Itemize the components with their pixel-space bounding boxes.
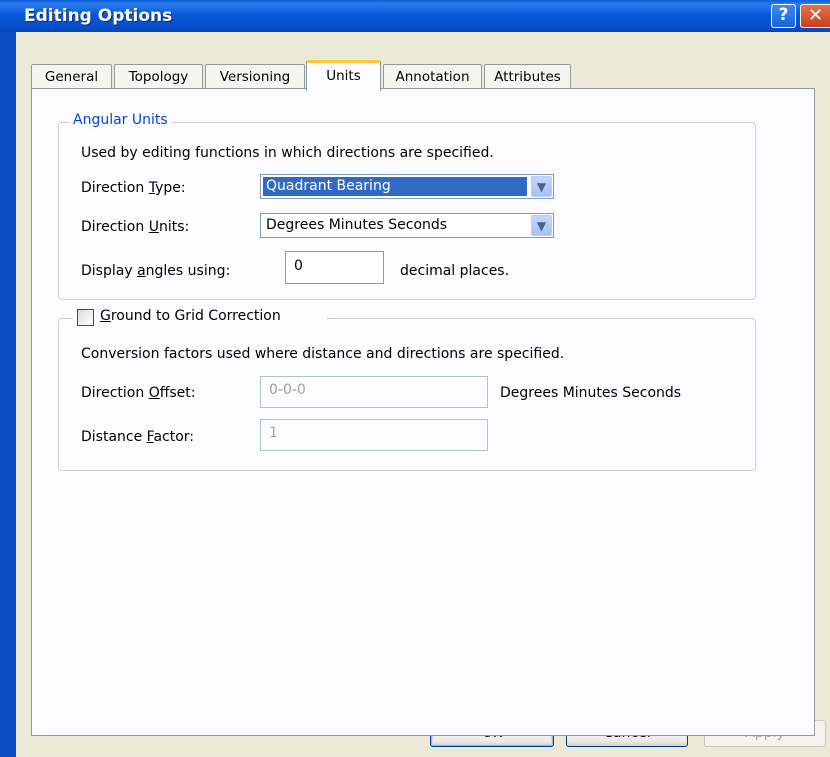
ground-to-grid-checkbox[interactable] — [77, 309, 94, 326]
title-bar: Editing Options ? ✕ — [0, 0, 830, 32]
window-border — [0, 32, 16, 757]
direction-units-select[interactable]: Degrees Minutes Seconds ▼ — [260, 213, 554, 238]
direction-units-label: Direction Units: — [81, 219, 190, 235]
chevron-down-icon[interactable]: ▼ — [531, 215, 552, 236]
units-panel: Angular Units Used by editing functions … — [31, 88, 815, 736]
chevron-down-icon[interactable]: ▼ — [531, 176, 552, 197]
conversion-factors-description: Conversion factors used where distance a… — [81, 346, 565, 362]
display-angles-label: Display angles using: — [81, 263, 231, 279]
distance-factor-label: Distance Factor: — [81, 429, 195, 445]
ground-to-grid-label[interactable]: Ground to Grid Correction — [100, 308, 281, 324]
direction-type-select[interactable]: Quadrant Bearing ▼ — [260, 174, 554, 199]
tab-annotation[interactable]: Annotation — [383, 64, 482, 90]
decimal-places-input[interactable]: 0 — [285, 251, 384, 284]
ground-to-grid-group: Ground to Grid Correction Conversion fac… — [58, 308, 756, 471]
help-icon[interactable]: ? — [771, 4, 796, 28]
direction-type-value: Quadrant Bearing — [263, 177, 527, 196]
ground-to-grid-legend: Ground to Grid Correction — [73, 308, 327, 330]
angular-units-group: Angular Units Used by editing functions … — [58, 112, 756, 300]
angular-units-legend: Angular Units — [69, 112, 172, 128]
direction-units-value: Degrees Minutes Seconds — [266, 217, 448, 233]
direction-type-label: Direction Type: — [81, 180, 186, 196]
tab-general[interactable]: General — [31, 64, 112, 90]
distance-factor-input[interactable]: 1 — [260, 419, 488, 451]
tab-versioning[interactable]: Versioning — [205, 64, 305, 90]
window-title: Editing Options — [24, 6, 173, 26]
tab-units[interactable]: Units — [306, 60, 381, 91]
direction-offset-units: Degrees Minutes Seconds — [500, 385, 682, 401]
tab-attributes[interactable]: Attributes — [484, 64, 571, 90]
tab-topology[interactable]: Topology — [114, 64, 203, 90]
angular-units-description: Used by editing functions in which direc… — [81, 145, 494, 161]
direction-offset-input[interactable]: 0-0-0 — [260, 376, 488, 408]
decimal-places-suffix: decimal places. — [400, 263, 510, 279]
direction-offset-label: Direction Offset: — [81, 385, 196, 401]
close-icon[interactable]: ✕ — [800, 4, 830, 28]
